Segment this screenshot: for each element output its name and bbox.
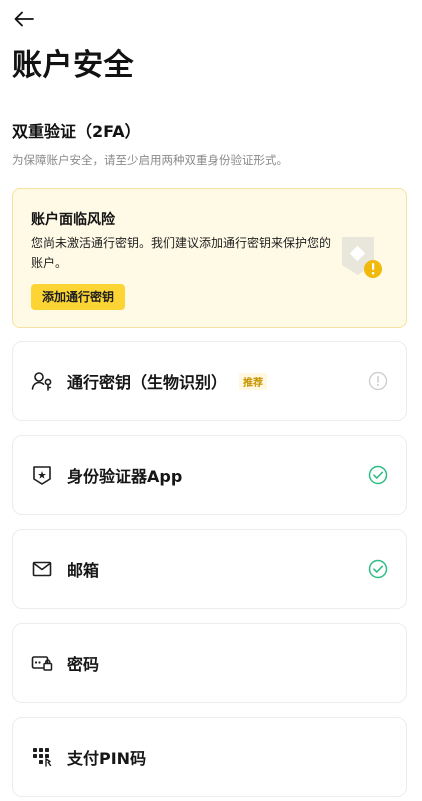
shield-warning-icon	[342, 237, 382, 278]
back-button[interactable]	[12, 8, 36, 30]
method-label: 邮箱	[67, 561, 100, 580]
warning-circle-icon	[368, 371, 388, 391]
password-icon	[31, 652, 53, 674]
add-passkey-button[interactable]: 添加通行密钥	[31, 284, 126, 310]
account-security-page: 账户安全 双重验证（2FA） 为保障账户安全，请至少启用两种双重身份验证形式。 …	[0, 0, 422, 801]
passkey-icon	[31, 370, 53, 392]
authenticator-icon	[31, 464, 53, 486]
page-title: 账户安全	[12, 48, 134, 83]
check-circle-icon	[368, 465, 388, 485]
method-label: 密码	[67, 655, 100, 674]
method-item-password[interactable]: 密码	[12, 623, 407, 703]
risk-alert-card: 账户面临风险 您尚未激活通行密钥。我们建议添加通行密钥来保护您的账户。 添加通行…	[12, 188, 407, 328]
method-label: 身份验证器App	[67, 467, 183, 486]
method-item-authenticator[interactable]: 身份验证器App	[12, 435, 407, 515]
check-circle-icon	[368, 559, 388, 579]
method-item-passkey[interactable]: 通行密钥（生物识别） 推荐	[12, 341, 407, 421]
method-item-payment-pin[interactable]: 支付PIN码	[12, 717, 407, 797]
section-title-2fa: 双重验证（2FA）	[12, 122, 141, 141]
recommended-badge: 推荐	[239, 372, 268, 390]
pin-keypad-icon	[31, 746, 53, 768]
arrow-left-icon	[14, 11, 34, 27]
risk-alert-title: 账户面临风险	[31, 212, 115, 228]
email-icon	[31, 558, 53, 580]
section-description: 为保障账户安全，请至少启用两种双重身份验证形式。	[12, 153, 288, 167]
method-label: 通行密钥（生物识别）	[67, 373, 228, 392]
method-label: 支付PIN码	[67, 749, 147, 768]
risk-alert-description: 您尚未激活通行密钥。我们建议添加通行密钥来保护您的账户。	[31, 236, 332, 270]
method-item-email[interactable]: 邮箱	[12, 529, 407, 609]
